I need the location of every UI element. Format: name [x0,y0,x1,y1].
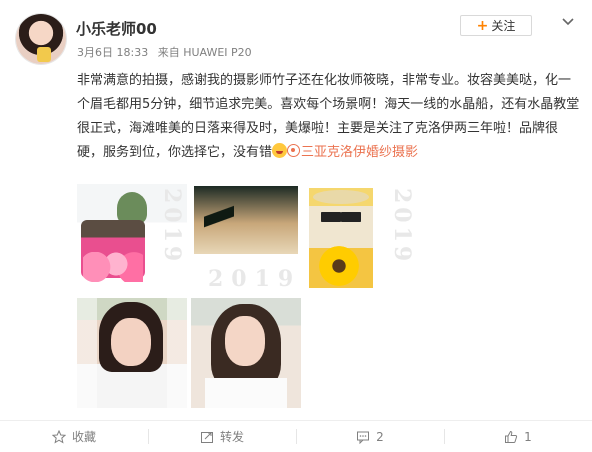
follow-label: 关注 [491,19,516,33]
comment-icon [357,431,370,444]
mention-link[interactable]: 三亚克洛伊婚纱摄影 [287,144,419,160]
favorite-label: 收藏 [71,430,96,444]
star-icon [51,429,66,444]
mention-text: 三亚克洛伊婚纱摄影 [301,145,419,160]
comment-count: 2 [376,429,384,444]
post-date[interactable]: 3月6日 18:33 [77,46,148,59]
photo-veil [77,298,187,408]
avatar-cup [37,47,51,62]
repost-button[interactable]: 转发 [148,421,296,452]
photo-hat [313,190,369,204]
photo-palm [204,188,234,248]
photo-sunflower [313,246,365,286]
username[interactable]: 小乐老师00 [76,18,157,39]
photo-5[interactable] [191,298,301,408]
like-count: 1 [524,429,532,444]
grin-emoji-icon [272,143,288,158]
share-icon [200,431,213,443]
photo-beach-scene [194,186,298,254]
chevron-down-icon[interactable] [562,15,574,27]
photo-dress [205,378,287,408]
action-bar: 收藏 转发 2 1 [0,420,592,452]
photo-sunglasses [321,212,361,222]
plus-icon: + [476,17,489,34]
post-source: 来自 HUAWEI P20 [157,46,252,59]
like-button[interactable]: 1 [444,421,592,452]
photo-face [225,316,265,366]
photo-watermark: 2019 [208,266,302,292]
post-text: 非常满意的拍摄，感谢我的摄影师竹子还在化妆师筱晓，非常专业。妆容美美哒，化一个眉… [77,69,582,165]
photo-2[interactable]: 2019 [192,184,302,294]
follow-button[interactable]: + 关注 [460,15,532,36]
photo-1[interactable]: 2019 [77,184,187,294]
mention-icon [287,144,301,157]
photo-watermark: 2019 [159,188,185,266]
photo-watermark: 2019 [389,188,415,266]
photo-4[interactable] [77,298,187,408]
thumbs-up-icon [505,430,518,443]
repost-label: 转发 [219,430,244,444]
comment-button[interactable]: 2 [296,421,444,452]
photo-3[interactable]: 2019 [307,184,417,294]
post-meta: 3月6日 18:33 来自 HUAWEI P20 [77,44,258,60]
user-avatar[interactable] [16,14,66,64]
favorite-button[interactable]: 收藏 [0,421,148,452]
photo-balloons [83,252,143,282]
